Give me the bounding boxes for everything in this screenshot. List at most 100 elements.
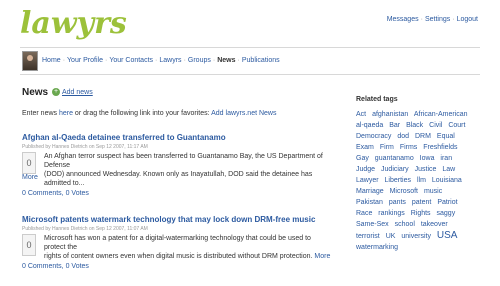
body-line: An Afghan terror suspect has been transf…	[44, 153, 323, 169]
tag-link[interactable]: university	[401, 233, 431, 240]
tag-link[interactable]: Firms	[400, 144, 418, 151]
tag-link[interactable]: Judge	[356, 166, 375, 173]
tag-link[interactable]: UK	[386, 233, 396, 240]
tag-link[interactable]: Judiciary	[381, 166, 409, 173]
article-stats[interactable]: 0 Comments, 0 Votes	[22, 263, 89, 270]
add-news-button[interactable]: + Add news	[52, 88, 93, 96]
tag-link[interactable]: terrorist	[356, 233, 380, 240]
add-news-label[interactable]: Add news	[62, 89, 93, 96]
intro-prefix: Enter news	[22, 110, 59, 117]
tag-link[interactable]: Civil	[429, 122, 442, 129]
tag-link[interactable]: Marriage	[356, 188, 384, 195]
tag-link[interactable]: Firm	[380, 144, 394, 151]
tag-link[interactable]: Democracy	[356, 133, 391, 140]
tag-link[interactable]: Equal	[437, 133, 455, 140]
tag-link[interactable]: Freshfields	[423, 144, 457, 151]
tag-link[interactable]: Law	[442, 166, 455, 173]
news-article: Microsoft patents watermark technology t…	[22, 215, 334, 285]
tag-link[interactable]: Justice	[415, 166, 437, 173]
article-meta: Published by Hannes Dietrich on Sep 12 2…	[22, 226, 148, 232]
nav-your-contacts[interactable]: Your Contacts	[109, 57, 153, 64]
nav-news[interactable]: News	[217, 57, 235, 64]
separator: ·	[183, 57, 186, 64]
separator: ·	[452, 16, 455, 23]
separator: ·	[420, 16, 423, 23]
tag-link[interactable]: Rights	[411, 210, 431, 217]
nav-groups[interactable]: Groups	[188, 57, 211, 64]
top-links: Messages · Settings · Logout	[387, 16, 478, 23]
tag-link[interactable]: Lawyer	[356, 177, 379, 184]
article-meta: Published by Hannes Dietrich on Sep 12 2…	[22, 144, 148, 150]
article-title[interactable]: Microsoft patents watermark technology t…	[22, 215, 334, 224]
article-title[interactable]: Afghan al-Qaeda detainee transferred to …	[22, 133, 334, 142]
tag-link[interactable]: pants	[389, 199, 406, 206]
article-body: An Afghan terror suspect has been transf…	[44, 152, 334, 188]
tag-link[interactable]: Court	[448, 122, 465, 129]
avatar-face	[27, 55, 33, 61]
tag-link[interactable]: school	[395, 221, 415, 228]
tag-link[interactable]: USA	[437, 230, 458, 241]
tag-link[interactable]: DRM	[415, 133, 431, 140]
user-avatar[interactable]	[22, 51, 38, 71]
more-link[interactable]: More	[314, 253, 330, 260]
settings-link[interactable]: Settings	[425, 16, 450, 23]
separator: ·	[155, 57, 158, 64]
more-link[interactable]: More	[22, 174, 38, 181]
tag-link[interactable]: patent	[412, 199, 431, 206]
tag-link[interactable]: Act	[356, 111, 366, 118]
body-line-text: rights of content owners even when digit…	[44, 253, 313, 260]
nav-links: Home · Your Profile · Your Contacts · Lawyrs · G…	[42, 57, 280, 64]
tag-link[interactable]: afghanistan	[372, 111, 408, 118]
tag-cloud: Act afghanistan African-American al-qaed…	[356, 109, 474, 253]
tag-link[interactable]: Louisiana	[432, 177, 462, 184]
enter-news-here-link[interactable]: here	[59, 110, 73, 117]
tag-link[interactable]: guantanamo	[375, 155, 414, 162]
page-title: News	[22, 87, 49, 98]
nav-home[interactable]: Home	[42, 57, 61, 64]
add-icon: +	[52, 88, 60, 96]
tag-link[interactable]: Bar	[389, 122, 400, 129]
lawyrs-logo[interactable]: lawyrs	[20, 6, 127, 41]
tag-link[interactable]: Race	[356, 210, 372, 217]
add-lawyrs-news-bookmarklet[interactable]: Add lawyrs.net News	[211, 110, 276, 117]
nav-your-profile[interactable]: Your Profile	[67, 57, 103, 64]
article-body: Microsoft has won a patent for a digital…	[44, 234, 334, 261]
tag-link[interactable]: African-American	[414, 111, 468, 118]
nav-lawyrs[interactable]: Lawyrs	[159, 57, 181, 64]
body-line: (DOD) announced Wednesday. Known only as…	[44, 171, 313, 187]
tag-link[interactable]: Liberties	[385, 177, 411, 184]
tag-link[interactable]: Pakistan	[356, 199, 383, 206]
nav-publications[interactable]: Publications	[242, 57, 280, 64]
tag-link[interactable]: Iowa	[420, 155, 435, 162]
related-tags: Related tags Act afghanistan African-Ame…	[356, 96, 474, 253]
intro-middle: or drag the following link into your fav…	[72, 110, 212, 117]
tag-link[interactable]: Black	[406, 122, 423, 129]
tag-link[interactable]: al-qaeda	[356, 122, 383, 129]
tag-link[interactable]: music	[424, 188, 442, 195]
tag-link[interactable]: Exam	[356, 144, 374, 151]
vote-count[interactable]: 0	[22, 234, 36, 256]
tag-link[interactable]: Patriot	[437, 199, 457, 206]
news-article: Afghan al-Qaeda detainee transferred to …	[22, 133, 334, 203]
tag-link[interactable]: watermarking	[356, 244, 398, 251]
tag-link[interactable]: llm	[417, 177, 426, 184]
separator: ·	[212, 57, 216, 64]
body-line: Microsoft has won a patent for a digital…	[44, 235, 311, 251]
tag-link[interactable]: Microsoft	[390, 188, 418, 195]
tag-link[interactable]: rankings	[378, 210, 404, 217]
main-navigation: Home · Your Profile · Your Contacts · Lawyrs · G…	[20, 47, 480, 75]
tag-link[interactable]: takeover	[421, 221, 448, 228]
separator: ·	[104, 57, 108, 64]
tag-link[interactable]: Same-Sex	[356, 221, 389, 228]
separator: ·	[237, 57, 240, 64]
tag-link[interactable]: Gay	[356, 155, 369, 162]
article-stats[interactable]: 0 Comments, 0 Votes	[22, 190, 89, 197]
tag-link[interactable]: dod	[397, 133, 409, 140]
logout-link[interactable]: Logout	[457, 16, 478, 23]
messages-link[interactable]: Messages	[387, 16, 419, 23]
tag-link[interactable]: saggy	[437, 210, 456, 217]
vote-count[interactable]: 0	[22, 152, 36, 174]
tag-link[interactable]: iran	[440, 155, 452, 162]
body-line: rights of content owners even when digit…	[44, 252, 334, 261]
intro-text: Enter news here or drag the following li…	[22, 110, 276, 117]
